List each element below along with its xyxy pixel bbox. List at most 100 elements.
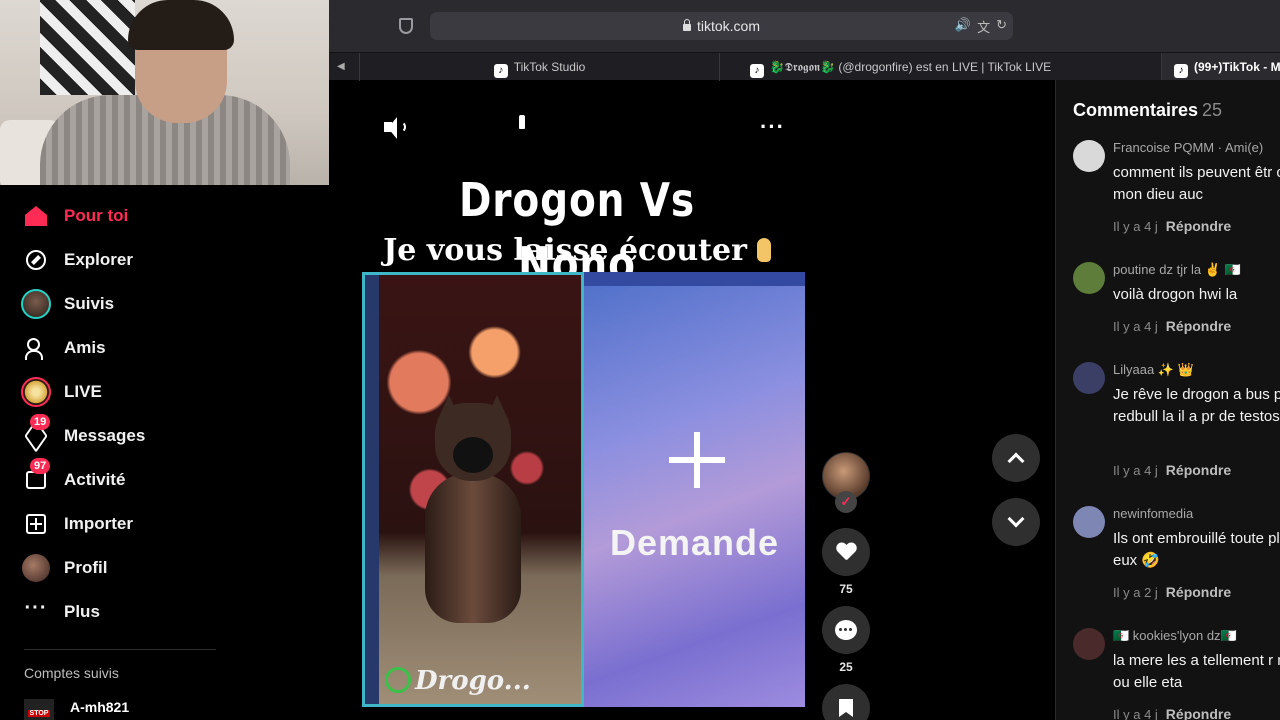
speaker-icon[interactable]: 🔊: [955, 17, 971, 36]
comment-user[interactable]: poutine dz tjr la ✌️ 🇩🇿: [1113, 262, 1241, 278]
account-avatar-text: STOP: [27, 710, 51, 717]
following-avatar-icon: [20, 288, 52, 320]
comment-meta: Il y a 4 j Répondre: [1113, 318, 1231, 334]
sidebar: Pour toi Explorer Suivis Amis LIVE 19 Me…: [0, 185, 329, 720]
sidebar-item-explorer[interactable]: Explorer: [20, 242, 133, 278]
sidebar-item-importer[interactable]: Importer: [20, 506, 133, 542]
next-video-button[interactable]: [992, 498, 1040, 546]
sidebar-item-label: Explorer: [64, 250, 133, 269]
volume-icon[interactable]: [382, 116, 408, 140]
heart-icon: [836, 543, 856, 561]
bookmark-icon: [839, 699, 853, 717]
compass-icon: [20, 244, 52, 276]
video-left-panel: Drogo...: [362, 272, 584, 707]
sidebar-item-label: Suivis: [64, 294, 115, 313]
plus-icon: [669, 432, 725, 488]
sidebar-item-label: Messages: [64, 426, 146, 445]
reply-button[interactable]: Répondre: [1166, 218, 1231, 234]
comment-button[interactable]: [822, 606, 870, 654]
reload-icon[interactable]: ↻: [996, 17, 1007, 36]
comment-user[interactable]: Lilyaaa ✨ 👑: [1113, 362, 1194, 378]
sidebar-item-label: Profil: [64, 558, 108, 577]
tab-tiktok-studio[interactable]: ♪ TikTok Studio: [359, 53, 719, 81]
comments-panel: Commentaires 25 Francoise PQMM · Ami(e) c…: [1055, 80, 1280, 720]
reply-button[interactable]: Répondre: [1166, 462, 1231, 478]
followed-check-icon[interactable]: ✓: [835, 491, 857, 513]
chevron-up-icon: [1007, 452, 1025, 470]
video-subtitle-wrap: Je vous laisse écouter: [362, 230, 792, 272]
comment-meta: Il y a 4 j Répondre: [1113, 706, 1231, 720]
tiktok-logo-icon: ♪: [749, 64, 764, 78]
comment-icon: [835, 620, 857, 640]
comments-title: Commentaires: [1073, 100, 1199, 120]
comment-text: la mere les a tellement r me demande ou …: [1113, 652, 1280, 691]
comment-user[interactable]: 🇩🇿 kookies'lyon dz🇩🇿: [1113, 628, 1237, 644]
demande-label: Demande: [609, 522, 780, 563]
mouse-cursor-icon: [516, 114, 526, 130]
comment-text: Je rêve le drogon a bus pack de redbull …: [1113, 386, 1280, 425]
comment-meta: Il y a 2 j Répondre: [1113, 584, 1231, 600]
messages-icon: 19: [20, 414, 52, 453]
person-hair: [128, 0, 234, 50]
profile-avatar-icon: [20, 552, 52, 584]
screen: tiktok.com 🔊 文 ↻ ◀ ♪ TikTok Studio ♪ 🐉𝕯𝖗𝖔𝖌…: [0, 0, 1280, 720]
comment-user[interactable]: Francoise PQMM · Ami(e): [1113, 140, 1263, 155]
dragon-logo-icon: [385, 667, 411, 693]
more-icon: ···: [24, 597, 48, 619]
comment-avatar[interactable]: [1073, 362, 1105, 394]
comment-avatar[interactable]: [1073, 140, 1105, 172]
messages-badge: 19: [30, 414, 51, 430]
shield-icon[interactable]: [399, 18, 413, 34]
friends-icon: [20, 332, 52, 364]
tab-label: 🐉𝕯𝖗𝖔𝖌𝖔𝖓🐉 (@drogonfire) est en LIVE | Tik…: [769, 60, 1052, 74]
comment-text: voilà drogon hwi la: [1113, 286, 1238, 303]
like-button[interactable]: [822, 528, 870, 576]
previous-video-button[interactable]: [992, 434, 1040, 482]
translate-icon[interactable]: 文: [977, 17, 990, 36]
save-button[interactable]: [822, 684, 870, 720]
sidebar-item-label: Pour toi: [64, 206, 129, 225]
tab-scroll-left-icon[interactable]: ◀: [337, 59, 357, 75]
sidebar-item-plus[interactable]: ··· Plus: [20, 594, 100, 630]
comment-time: Il y a 4 j: [1113, 219, 1158, 234]
ear-emoji-icon: [756, 238, 771, 262]
sidebar-item-profil[interactable]: Profil: [20, 550, 107, 586]
sidebar-item-suivis[interactable]: Suivis: [20, 286, 114, 322]
comment-avatar[interactable]: [1073, 506, 1105, 538]
sidebar-item-messages[interactable]: 19 Messages: [20, 414, 146, 454]
comment-time: Il y a 4 j: [1113, 463, 1158, 478]
reply-button[interactable]: Répondre: [1166, 318, 1231, 334]
video-subtitle: Je vous laisse écouter: [383, 233, 747, 268]
address-bar[interactable]: tiktok.com 🔊 文 ↻: [430, 12, 1013, 40]
wall-art: [40, 0, 135, 95]
like-count: 75: [839, 582, 853, 596]
sidebar-item-live[interactable]: LIVE: [20, 374, 102, 410]
video-more-icon[interactable]: ···: [760, 116, 785, 138]
tab-label: (99+)TikTok - M: [1194, 60, 1280, 74]
comment-text: Ils ont embrouillé toute plus qu'entre e…: [1113, 530, 1280, 569]
following-account[interactable]: STOP A-mh821: [24, 699, 129, 720]
reply-button[interactable]: Répondre: [1166, 584, 1231, 600]
tab-label: TikTok Studio: [513, 60, 586, 74]
comment-avatar[interactable]: [1073, 628, 1105, 660]
comment-avatar[interactable]: [1073, 262, 1105, 294]
tab-tiktok-active[interactable]: ♪ (99+)TikTok - M: [1161, 53, 1280, 81]
sidebar-item-pour-toi[interactable]: Pour toi: [20, 198, 128, 234]
sidebar-item-amis[interactable]: Amis: [20, 330, 106, 366]
url-text-wrap: tiktok.com: [430, 12, 1013, 40]
lock-icon: [682, 19, 691, 31]
activity-icon: 97: [20, 458, 52, 496]
comment-time: Il y a 2 j: [1113, 585, 1158, 600]
comment-text: comment ils peuvent êtr comme ça mon die…: [1113, 164, 1280, 203]
tab-drogon-live[interactable]: ♪ 🐉𝕯𝖗𝖔𝖌𝖔𝖓🐉 (@drogonfire) est en LIVE | Ti…: [719, 53, 1081, 81]
comments-count: 25: [1202, 100, 1223, 120]
sidebar-item-label: Amis: [64, 338, 106, 357]
comment-count: 25: [839, 660, 853, 674]
reply-button[interactable]: Répondre: [1166, 706, 1231, 720]
comments-header: Commentaires 25: [1073, 100, 1222, 121]
tiktok-logo-icon: ♪: [1174, 64, 1188, 78]
comment-user[interactable]: newinfomedia: [1113, 506, 1193, 521]
comment-meta: Il y a 4 j Répondre: [1113, 218, 1231, 234]
sidebar-item-activite[interactable]: 97 Activité: [20, 458, 125, 498]
sidebar-item-label: LIVE: [64, 382, 102, 401]
